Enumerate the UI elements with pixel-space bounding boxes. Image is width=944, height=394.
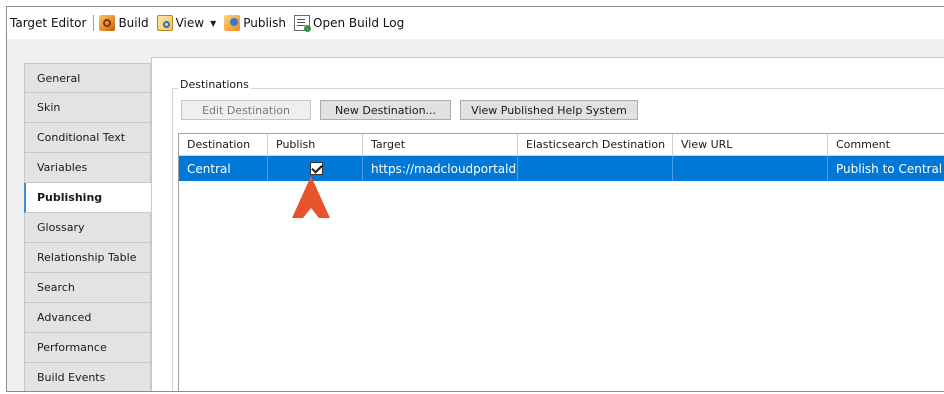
toolbar-separator (93, 15, 95, 31)
cell-destination[interactable]: Central (179, 156, 268, 181)
target-editor-window: Target Editor Build View ▼ Publish Open … (6, 6, 944, 392)
publishing-panel: Destinations Edit Destination New Destin… (151, 57, 944, 391)
cell-elasticsearch-destination[interactable] (518, 156, 673, 181)
column-header-elasticsearch-destination[interactable]: Elasticsearch Destination (518, 134, 673, 155)
open-build-log-label: Open Build Log (313, 16, 405, 30)
sidebar-item-publishing[interactable]: Publishing (24, 183, 151, 213)
view-icon (156, 15, 173, 31)
view-published-help-system-button[interactable]: View Published Help System (460, 100, 638, 120)
build-log-icon (294, 15, 311, 32)
sidebar-item-conditional-text[interactable]: Conditional Text (24, 123, 151, 153)
sidebar-item-relationship-table[interactable]: Relationship Table (24, 243, 151, 273)
column-header-publish[interactable]: Publish (268, 134, 363, 155)
sidebar-item-advanced[interactable]: Advanced (24, 303, 151, 333)
cell-target[interactable]: https://madcloudportald... (363, 156, 518, 181)
annotation-arrow-notch (303, 208, 319, 218)
toolbar: Target Editor Build View ▼ Publish Open … (7, 7, 944, 39)
editor-title: Target Editor (10, 16, 87, 30)
column-header-destination[interactable]: Destination (179, 134, 268, 155)
edit-destination-button[interactable]: Edit Destination (181, 100, 311, 120)
sidebar-item-skin[interactable]: Skin (24, 93, 151, 123)
chevron-down-icon[interactable]: ▼ (210, 19, 216, 28)
view-label: View (175, 16, 205, 30)
destinations-grid: Destination Publish Target Elasticsearch… (178, 133, 944, 391)
build-icon (99, 15, 116, 31)
column-header-comment[interactable]: Comment (828, 134, 944, 155)
sidebar-item-glossary[interactable]: Glossary (24, 213, 151, 243)
sidebar-item-general[interactable]: General (24, 63, 151, 93)
view-button[interactable]: View ▼ (156, 12, 216, 34)
grid-header: Destination Publish Target Elasticsearch… (179, 134, 944, 156)
sidebar-item-performance[interactable]: Performance (24, 333, 151, 363)
publish-button[interactable]: Publish (224, 12, 286, 34)
publish-checkbox[interactable] (310, 162, 323, 175)
sidebar-item-build-events[interactable]: Build Events (24, 363, 151, 391)
cell-view-url[interactable] (673, 156, 828, 181)
column-header-target[interactable]: Target (363, 134, 518, 155)
sidebar-item-variables[interactable]: Variables (24, 153, 151, 183)
publish-label: Publish (243, 16, 286, 30)
sidebar-nav: General Skin Conditional Text Variables … (24, 63, 151, 391)
publish-icon (224, 15, 241, 31)
build-label: Build (118, 16, 149, 30)
cell-comment[interactable]: Publish to Central (828, 156, 944, 181)
new-destination-button[interactable]: New Destination... (320, 100, 451, 120)
left-panel: General Skin Conditional Text Variables … (7, 39, 151, 391)
sidebar-item-search[interactable]: Search (24, 273, 151, 303)
destination-button-row: Edit Destination New Destination... View… (181, 100, 647, 120)
build-button[interactable]: Build (99, 12, 149, 34)
column-header-view-url[interactable]: View URL (673, 134, 828, 155)
destinations-group-label: Destinations (178, 78, 251, 91)
open-build-log-button[interactable]: Open Build Log (294, 12, 404, 34)
